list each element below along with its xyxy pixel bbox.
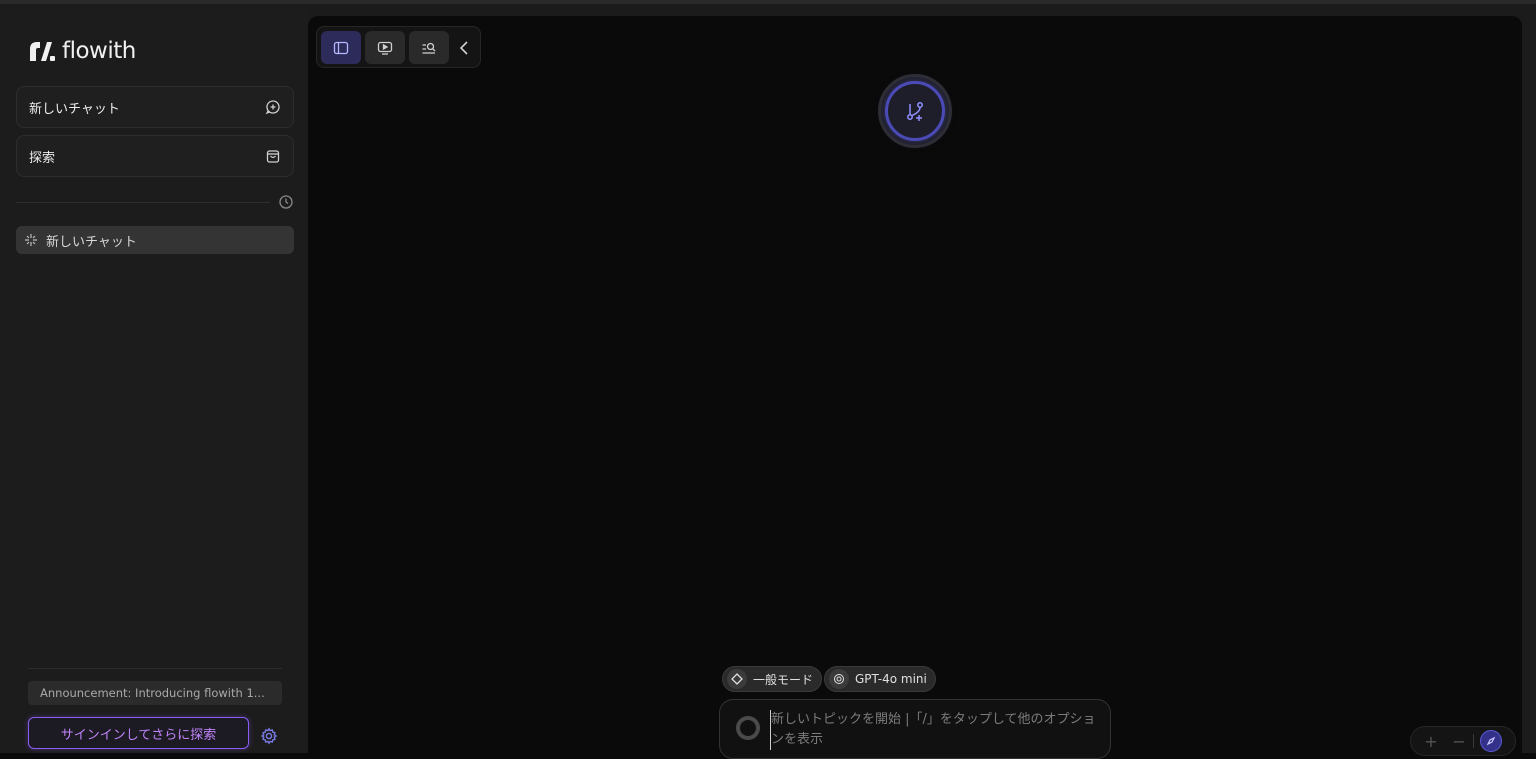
root-node[interactable] [878,74,952,148]
model-chip[interactable]: GPT-4o mini [824,666,936,692]
canvas-toolbar [316,26,481,68]
bottom-divider [28,668,282,669]
brand-logo[interactable]: flowith [28,36,136,66]
chip-icon-wrap [727,669,747,689]
zoom-separator [1473,734,1474,748]
chip-icon-wrap [829,669,849,689]
history-icon[interactable] [278,194,294,210]
branch-add-icon [907,102,923,121]
compass-icon [1486,736,1496,746]
mode-chip[interactable]: 一般モード [722,666,823,692]
chat-list-item[interactable]: 新しいチャット [16,226,294,254]
flowith-logo-icon [30,42,55,61]
new-chat-button[interactable]: 新しいチャット [16,86,294,128]
divider-line [16,201,270,203]
list-search-icon [422,42,436,54]
sidebar-panel-icon [333,41,349,54]
root-node-inner [885,81,945,141]
zoom-out-button[interactable]: − [1445,732,1473,751]
loading-ring-icon [736,716,760,740]
openai-icon [834,674,844,684]
new-chat-label: 新しいチャット [29,101,120,117]
explore-button[interactable]: 探索 [16,135,294,177]
prompt-placeholder: 新しいトピックを開始 |「/」をタップして他のオプションを表示 [770,710,1100,750]
chat-plus-icon [265,100,280,115]
signin-button[interactable]: サインインしてさらに探索 [28,717,249,749]
chevron-left-icon[interactable] [456,39,472,57]
chat-item-label: 新しいチャット [46,234,137,250]
history-divider [16,192,294,212]
announcement-banner[interactable]: Announcement: Introducing flowith 1... [28,681,282,705]
zoom-in-button[interactable]: + [1417,732,1445,751]
signin-label: サインインしてさらに探索 [60,727,217,743]
diamond-icon [731,673,743,685]
sidebar: flowith 新しいチャット 探索 新しいチャット Announcement:… [0,8,308,753]
model-label: GPT-4o mini [855,672,927,686]
sparkle-icon [25,234,37,246]
announcement-text: Announcement: Introducing flowith 1... [40,686,265,700]
app-window: flowith 新しいチャット 探索 新しいチャット Announcement:… [0,0,1536,759]
search-nodes-button[interactable] [409,31,449,64]
zoom-control: + − [1410,726,1516,756]
prompt-input[interactable]: 新しいトピックを開始 |「/」をタップして他のオプションを表示 [719,699,1111,759]
present-button[interactable] [365,31,405,64]
presentation-icon [377,41,393,55]
mode-label: 一般モード [753,672,814,687]
sidebar-toggle-button[interactable] [321,31,361,64]
gear-icon[interactable] [260,727,278,745]
explore-label: 探索 [29,150,56,166]
right-edge [1522,8,1536,753]
shopping-bag-icon [266,150,280,163]
brand-name: flowith [62,38,136,64]
